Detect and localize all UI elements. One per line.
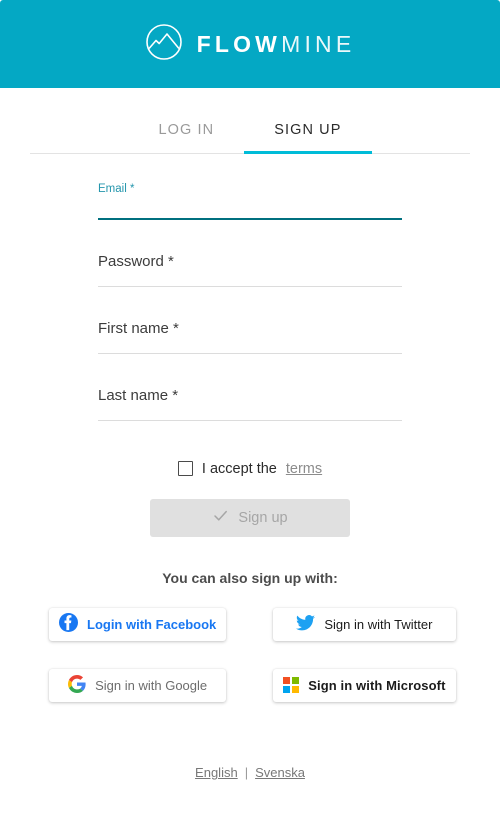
facebook-login-label: Login with Facebook (87, 616, 217, 632)
terms-link[interactable]: terms (286, 461, 322, 477)
google-login-label: Sign in with Google (95, 677, 208, 693)
google-login-button[interactable]: Sign in with Google (49, 668, 227, 702)
language-switcher: English | Svenska (0, 764, 500, 782)
language-separator: | (244, 765, 249, 780)
tab-log-in[interactable]: LOG IN (128, 110, 244, 154)
twitter-icon (296, 614, 316, 634)
signup-card: FLOWMINE LOG IN SIGN UP Email * Password… (0, 0, 500, 823)
password-underline (98, 285, 402, 287)
password-input[interactable] (98, 263, 402, 284)
last-name-underline (98, 419, 402, 421)
language-link-english[interactable]: English (195, 765, 238, 780)
language-link-svenska[interactable]: Svenska (255, 765, 305, 780)
email-input[interactable] (98, 196, 402, 217)
app-header: FLOWMINE (0, 0, 500, 88)
tab-sign-up[interactable]: SIGN UP (244, 110, 372, 154)
last-name-input[interactable] (98, 397, 402, 418)
facebook-login-button[interactable]: Login with Facebook (49, 607, 227, 641)
microsoft-login-button[interactable]: Sign in with Microsoft (273, 668, 456, 702)
accept-terms-checkbox[interactable] (177, 461, 193, 476)
submit-row: Sign up (98, 498, 402, 537)
signup-form: Email * Password * First name * Last nam… (0, 183, 500, 537)
brand-logo: FLOWMINE (145, 23, 356, 66)
facebook-icon (59, 613, 78, 635)
email-label: Email * (98, 183, 135, 195)
sign-up-button-label: Sign up (238, 509, 288, 526)
twitter-login-button[interactable]: Sign in with Twitter (273, 607, 456, 641)
google-icon (68, 674, 86, 696)
first-name-input[interactable] (98, 330, 402, 351)
first-name-underline (98, 352, 402, 354)
check-icon (212, 507, 229, 528)
password-field: Password * (98, 254, 402, 287)
social-signup-title: You can also sign up with: (162, 569, 338, 586)
last-name-field: Last name * (98, 388, 402, 421)
mountain-circle-icon (145, 23, 183, 66)
brand-name-primary: FLOW (196, 30, 282, 57)
brand-name-secondary: MINE (281, 30, 356, 57)
email-field: Email * (98, 183, 402, 220)
brand-name: FLOWMINE (196, 30, 356, 57)
auth-tabs: LOG IN SIGN UP (30, 110, 470, 154)
microsoft-icon (283, 677, 300, 693)
accept-terms-label: I accept the (201, 460, 277, 477)
first-name-field: First name * (98, 321, 402, 354)
microsoft-login-label: Sign in with Microsoft (308, 677, 446, 693)
sign-up-button[interactable]: Sign up (150, 498, 350, 537)
twitter-login-label: Sign in with Twitter (324, 616, 433, 632)
email-underline (98, 217, 402, 220)
social-buttons: Login with Facebook Sign in with Twitter… (0, 607, 500, 702)
accept-terms-row: I accept the terms (98, 461, 402, 477)
